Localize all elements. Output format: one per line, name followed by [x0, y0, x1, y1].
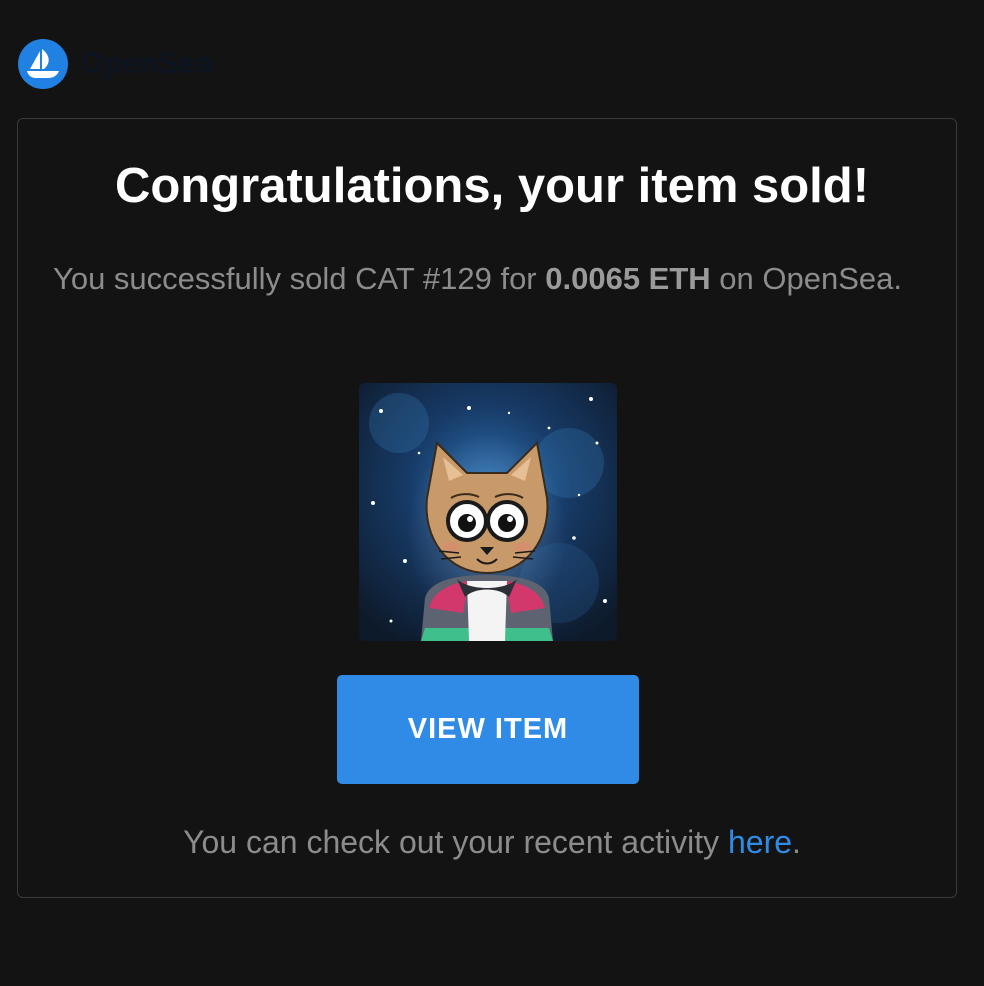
view-item-button[interactable]: VIEW ITEM [337, 675, 639, 784]
nft-item-image[interactable] [359, 383, 617, 641]
footer-prefix: You can check out your recent activity [183, 824, 728, 860]
brand-wordmark: OpenSea [80, 47, 214, 80]
message-suffix: on OpenSea. [710, 261, 903, 296]
recent-activity-text: You can check out your recent activity h… [0, 818, 984, 866]
recent-activity-link[interactable]: here [728, 824, 792, 860]
boat-icon [27, 49, 59, 78]
email-title: Congratulations, your item sold! [114, 159, 870, 213]
cat-nft-artwork [359, 383, 617, 641]
message-prefix: You successfully sold CAT #129 for [53, 261, 546, 296]
opensea-logo-icon[interactable] [18, 39, 68, 89]
brand-header: OpenSea [18, 39, 214, 89]
sale-price: 0.0065 ETH [545, 261, 711, 296]
sale-message: You successfully sold CAT #129 for 0.006… [53, 255, 933, 302]
footer-suffix: . [792, 824, 801, 860]
